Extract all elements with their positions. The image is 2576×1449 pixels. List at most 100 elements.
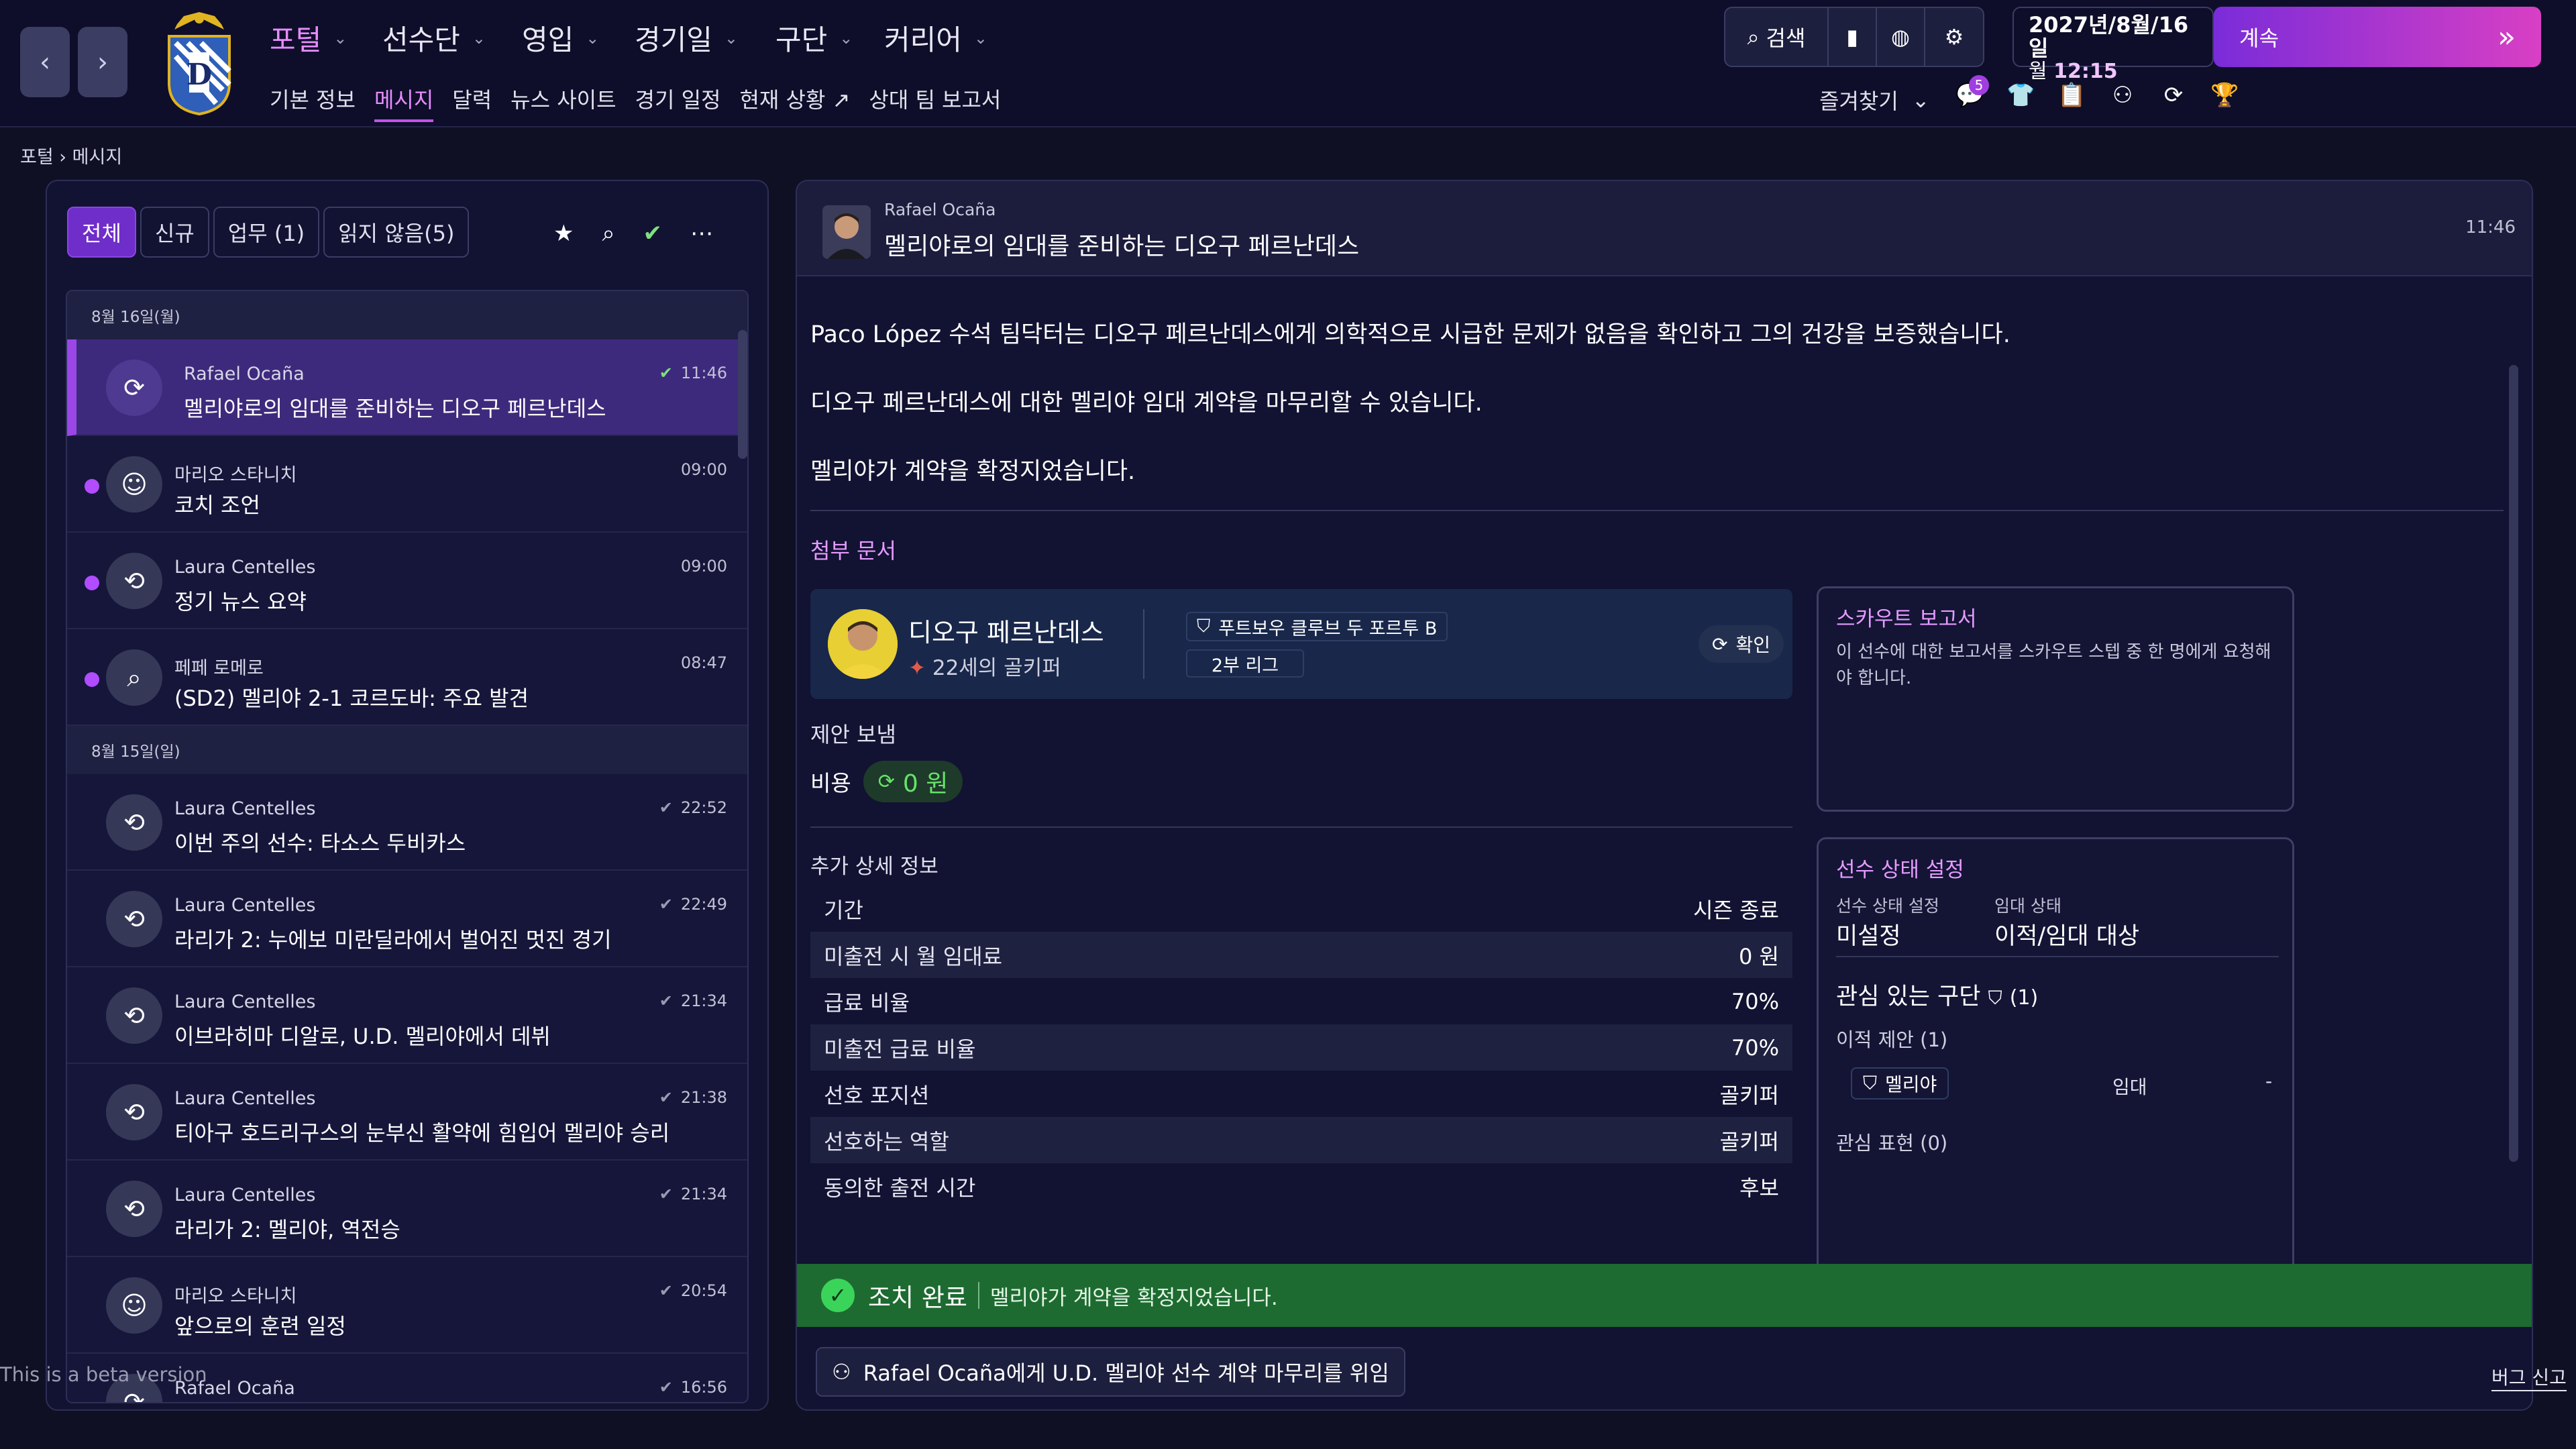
divider	[1836, 956, 2279, 957]
message-item[interactable]: ⟲ Laura Centelles 이번 주의 선수: 타소스 두비카스 ✔ 22…	[67, 774, 747, 871]
bookmark-icon: ▮	[1846, 24, 1858, 50]
menu-matchday[interactable]: 경기일 ⌄	[635, 17, 738, 58]
submenu-calendar[interactable]: 달력	[452, 83, 492, 122]
chevron-down-icon: ⌄	[1911, 87, 1930, 113]
player-name[interactable]: 디오구 페르난데스	[908, 612, 1104, 649]
nationality-icon: ✦	[908, 656, 926, 680]
confirm-button[interactable]: ⟳ 확인	[1699, 625, 1784, 663]
news-icon: ⟲	[106, 1181, 162, 1237]
globe-button[interactable]: ◍	[1877, 8, 1925, 66]
message-item[interactable]: ☺ 마리오 스타니치 앞으로의 훈련 일정 ✔ 20:54	[67, 1257, 747, 1354]
player-status-value[interactable]: 미설정	[1836, 917, 1901, 951]
game-date[interactable]: 2027년/8월/16일 월 12:15	[2012, 7, 2214, 83]
check-circle-icon: ✓	[821, 1279, 855, 1312]
offer-type: 임대	[2112, 1076, 2147, 1098]
breadcrumb-root[interactable]: 포털	[20, 147, 54, 168]
filter-tasks[interactable]: 업무 (1)	[213, 207, 320, 258]
delegate-button[interactable]: ⚇ Rafael Ocaña에게 U.D. 멜리야 선수 계약 마무리를 위임	[816, 1347, 1405, 1397]
scout-report-title[interactable]: 스카우트 보고서	[1836, 602, 1977, 632]
double-chevron-right-icon: »	[2498, 19, 2516, 54]
submenu-fixtures[interactable]: 경기 일정	[635, 83, 721, 122]
player-league[interactable]: 2부 리그	[1186, 649, 1304, 678]
mark-read-icon[interactable]: ✔	[643, 220, 663, 247]
magnifier-icon: ⌕	[106, 649, 162, 706]
globe-icon: ◍	[1891, 24, 1910, 50]
read-check-icon: ✔	[659, 895, 673, 914]
chevron-down-icon: ⌄	[973, 28, 988, 48]
message-item[interactable]: ⟲ Laura Centelles 이브라히마 디알로, U.D. 멜리야에서 …	[67, 967, 747, 1064]
chevron-down-icon: ⌄	[724, 28, 739, 48]
chevron-down-icon: ⌄	[586, 28, 600, 48]
delegate-icon: ⚇	[832, 1359, 851, 1385]
player-card[interactable]: 디오구 페르난데스 ✦ 22세의 골키퍼 ⛉ 푸트보우 클루브 두 포르투 B 2…	[810, 589, 1792, 699]
shield-icon: ⛉	[1988, 987, 2002, 1009]
filter-new[interactable]: 신규	[140, 207, 209, 258]
submenu-news[interactable]: 뉴스 사이트	[511, 83, 616, 122]
chevron-right-icon: ›	[97, 46, 108, 78]
sender-avatar[interactable]	[822, 205, 871, 259]
offering-club[interactable]: ⛉ 멜리야	[1851, 1067, 1949, 1099]
submenu-overview[interactable]: 기본 정보	[270, 83, 356, 122]
top-bar: ‹ › D 포털 ⌄ 선수단 ⌄ 영입 ⌄ 경기일 ⌄ 구단 ⌄ 커리어 ⌄ 기본 정보 메…	[0, 0, 2576, 127]
menu-squad[interactable]: 선수단 ⌄	[382, 17, 486, 58]
search-button[interactable]: ⌕ 검색	[1725, 8, 1829, 66]
refresh-icon: ⟳	[1712, 633, 1728, 655]
staff-icon[interactable]: ⚇	[2108, 82, 2137, 109]
club-crest-logo[interactable]: D	[161, 9, 237, 117]
submenu-current-status[interactable]: 현재 상황 ↗	[739, 83, 850, 122]
club-crest-icon: ⛉	[1863, 1072, 1878, 1094]
read-check-icon: ✔	[659, 1088, 673, 1107]
interested-clubs-title: 관심 있는 구단 ⛉ (1)	[1836, 983, 2039, 1010]
refresh-icon: ⟳	[877, 769, 895, 794]
news-icon: ⟲	[106, 553, 162, 609]
search-icon: ⌕	[1747, 23, 1760, 50]
trophy-icon[interactable]: 🏆	[2210, 82, 2239, 109]
continue-button[interactable]: 계속 »	[2214, 7, 2541, 67]
message-item[interactable]: ⟲ Laura Centelles 라리가 2: 누에보 미란딜라에서 벌어진 …	[67, 871, 747, 967]
favorites-dropdown[interactable]: 즐겨찾기 ⌄	[1819, 85, 1930, 115]
message-item[interactable]: ⟲ Laura Centelles 라리가 2: 멜리야, 역전승 ✔ 21:34	[67, 1161, 747, 1257]
filter-all[interactable]: 전체	[67, 207, 136, 258]
message-item[interactable]: ⟳ Rafael Ocaña 멜리야로의 임대를 준비하는 디오구 페르난데스 …	[67, 339, 747, 436]
divider	[810, 510, 2504, 511]
chevron-down-icon: ⌄	[839, 28, 853, 48]
menu-recruitment[interactable]: 영입 ⌄	[522, 17, 599, 58]
gear-icon: ⚙	[1944, 24, 1964, 50]
message-list-scrollbar[interactable]	[738, 330, 747, 459]
table-row: 기간 시즌 종료	[824, 897, 1779, 923]
bookmark-button[interactable]: ▮	[1829, 8, 1877, 66]
player-status-title[interactable]: 선수 상태 설정	[1836, 853, 1964, 883]
submenu-messages[interactable]: 메시지	[374, 83, 434, 122]
back-button[interactable]: ‹	[20, 27, 70, 97]
more-icon[interactable]: ⋯	[690, 220, 713, 247]
search-icon[interactable]: ⌕	[602, 220, 614, 247]
forward-button[interactable]: ›	[78, 27, 127, 97]
message-scrollbar[interactable]	[2509, 365, 2518, 1162]
breadcrumb-current: 메시지	[72, 147, 123, 168]
cost-value: ⟳ 0 원	[863, 761, 963, 802]
action-complete-bar: ✓ 조치 완료 멜리야가 계약을 확정지었습니다.	[797, 1264, 2532, 1327]
submenu-opponent-report[interactable]: 상대 팀 보고서	[869, 83, 1001, 122]
interest-expressed-label: 관심 표현 (0)	[1836, 1132, 1948, 1155]
refresh-icon[interactable]: ⟳	[2159, 82, 2188, 109]
filter-unread[interactable]: 읽지 않음(5)	[323, 207, 470, 258]
message-detail-panel: Rafael Ocaña 멜리야로의 임대를 준비하는 디오구 페르난데스 11…	[796, 180, 2533, 1411]
message-item[interactable]: ☺ 마리오 스타니치 코치 조언 09:00	[67, 436, 747, 533]
clipboard-icon[interactable]: 📋	[2057, 82, 2086, 109]
table-row: 미출전 시 월 임대료 0 원	[810, 932, 1792, 978]
message-body-paragraph: 디오구 페르난데스에 대한 멜리야 임대 계약을 마무리할 수 있습니다.	[810, 390, 1483, 417]
star-icon[interactable]: ★	[553, 220, 574, 247]
menu-career[interactable]: 커리어 ⌄	[884, 17, 987, 58]
menu-club[interactable]: 구단 ⌄	[775, 17, 853, 58]
sub-menu: 기본 정보 메시지 달력 뉴스 사이트 경기 일정 현재 상황 ↗ 상대 팀 보…	[270, 83, 1001, 122]
message-item[interactable]: ⌕ 페페 로메로 (SD2) 멜리야 2-1 코르도바: 주요 발견 08:47	[67, 629, 747, 726]
shirt-icon[interactable]: 👕	[2006, 82, 2035, 109]
message-item[interactable]: ⟲ Laura Centelles 정기 뉴스 요약 09:00	[67, 533, 747, 629]
player-club[interactable]: ⛉ 푸트보우 클루브 두 포르투 B	[1186, 612, 1448, 641]
loan-status-value[interactable]: 이적/임대 대상	[1994, 917, 2139, 951]
chat-icon[interactable]: 💬 5	[1955, 75, 1989, 109]
menu-portal[interactable]: 포털 ⌄	[270, 17, 347, 58]
bug-report-link[interactable]: 버그 신고	[2491, 1363, 2567, 1391]
message-item[interactable]: ⟲ Laura Centelles 티아구 호드리구스의 눈부신 활약에 힘입어…	[67, 1064, 747, 1161]
settings-button[interactable]: ⚙	[1925, 8, 1983, 66]
